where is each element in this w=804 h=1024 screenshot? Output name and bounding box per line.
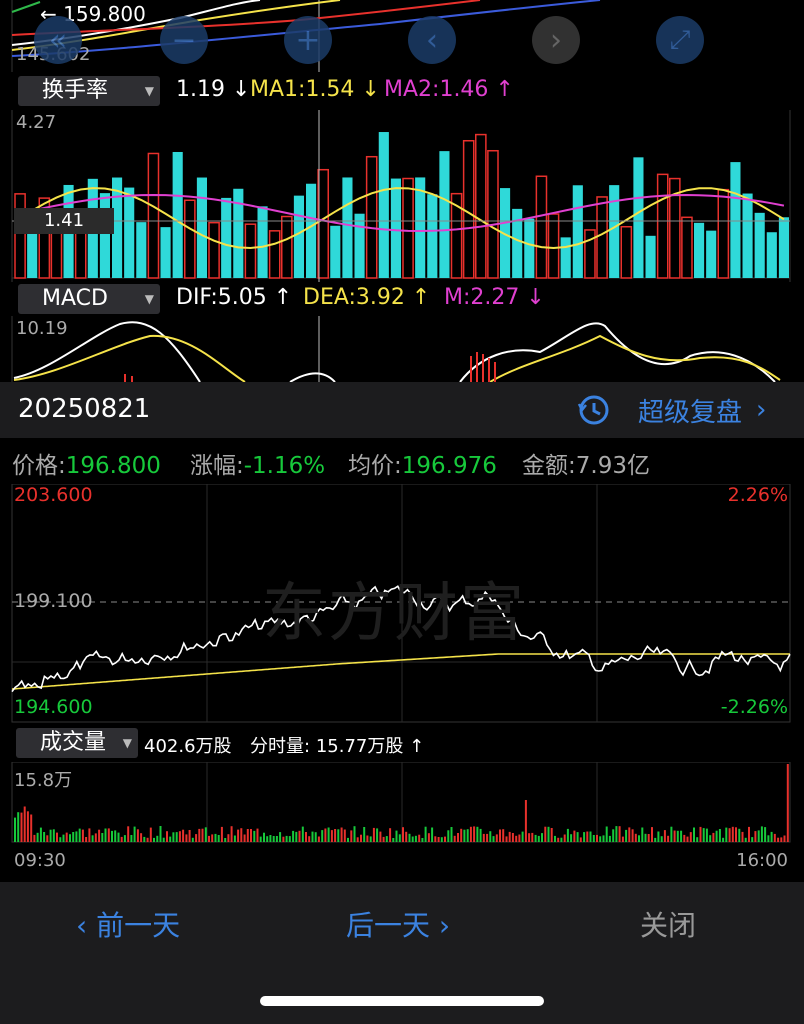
home-indicator bbox=[260, 996, 544, 1006]
macd-header: MACD ▼ DIF:5.05 ↑ DEA:3.92 ↑ M:2.27 ↓ bbox=[0, 282, 804, 316]
next-day-label: 后一天 bbox=[346, 909, 431, 942]
close-button[interactable]: 关闭 bbox=[640, 904, 696, 944]
chevron-left-icon[interactable]: ‹ bbox=[408, 16, 456, 64]
macd-selector[interactable]: MACD ▼ bbox=[18, 284, 160, 314]
intraday-high-pct: 2.26% bbox=[727, 484, 788, 506]
volume-total: 402.6万股 bbox=[144, 736, 232, 757]
super-replay-link[interactable]: 超级复盘 › bbox=[576, 390, 766, 430]
price-field: 价格:196.800 bbox=[12, 453, 161, 479]
macd-axis-max: 10.19 bbox=[16, 318, 68, 339]
turnover-cursor-value: 1.41 bbox=[14, 208, 114, 234]
fullscreen-icon[interactable]: ⤢ bbox=[656, 16, 704, 64]
chevron-right-icon[interactable]: › bbox=[532, 16, 580, 64]
macd-chart[interactable]: 10.19 bbox=[0, 316, 804, 382]
volume-header: 成交量 ▼ 402.6万股 分时量: 15.77万股 ↑ bbox=[0, 726, 804, 760]
chevron-down-icon: ▼ bbox=[144, 292, 154, 306]
bottom-nav: ‹ 前一天 后一天 › 关闭 bbox=[0, 882, 804, 1024]
intraday-chart[interactable]: 东方财富 203.600 2.26% 199.100 194.600 -2.26… bbox=[0, 484, 804, 724]
chevron-right-icon: › bbox=[756, 395, 767, 425]
chevron-down-icon: ▼ bbox=[144, 84, 154, 98]
zoom-in-icon[interactable]: + bbox=[284, 16, 332, 64]
zoom-out-icon[interactable]: − bbox=[160, 16, 208, 64]
macd-lines bbox=[11, 316, 781, 382]
day-header: 20250821 超级复盘 › bbox=[0, 382, 804, 438]
intraday-prev-close: 199.100 bbox=[14, 590, 93, 612]
time-start: 09:30 bbox=[14, 850, 66, 871]
amount-field: 金额:7.93亿 bbox=[522, 453, 650, 479]
change-field: 涨幅:-1.16% bbox=[190, 453, 326, 479]
intraday-low-pct: -2.26% bbox=[720, 696, 788, 718]
intraday-high: 203.600 bbox=[14, 484, 93, 506]
macd-dea: DEA:3.92 ↑ bbox=[303, 285, 431, 310]
macd-selector-label: MACD bbox=[42, 286, 108, 311]
super-replay-label: 超级复盘 bbox=[638, 397, 743, 428]
turnover-value: 1.19 ↓ bbox=[176, 77, 251, 102]
intraday-low: 194.600 bbox=[14, 696, 93, 718]
turnover-bars bbox=[11, 110, 791, 282]
volume-axis-max: 15.8万 bbox=[14, 770, 73, 791]
kline-panel[interactable]: ← 159.800 145.602 « − + ‹ › ⤢ bbox=[0, 0, 804, 72]
fast-back-icon[interactable]: « bbox=[34, 16, 82, 64]
prev-day-button[interactable]: ‹ 前一天 bbox=[76, 904, 180, 944]
turnover-selector-label: 换手率 bbox=[42, 78, 109, 103]
chevron-right-icon: › bbox=[438, 909, 451, 942]
chevron-left-icon: ‹ bbox=[76, 909, 88, 942]
macd-m: M:2.27 ↓ bbox=[444, 285, 545, 310]
quote-row: 价格:196.800 涨幅:-1.16% 均价:196.976 金额:7.93亿 bbox=[0, 438, 804, 484]
turnover-ma2: MA2:1.46 ↑ bbox=[384, 77, 514, 102]
turnover-selector[interactable]: 换手率 ▼ bbox=[18, 76, 160, 106]
macd-dif: DIF:5.05 ↑ bbox=[176, 285, 293, 310]
prev-day-label: 前一天 bbox=[96, 909, 181, 942]
turnover-chart[interactable]: 4.27 1.41 bbox=[0, 110, 804, 282]
history-icon bbox=[577, 395, 609, 425]
volume-selector[interactable]: 成交量 ▼ bbox=[16, 728, 138, 758]
time-end: 16:00 bbox=[736, 850, 788, 871]
avg-field: 均价:196.976 bbox=[348, 453, 497, 479]
intraday-watermark: 东方财富 bbox=[262, 577, 526, 651]
day-date: 20250821 bbox=[18, 394, 151, 424]
turnover-axis-max: 4.27 bbox=[16, 112, 57, 133]
turnover-header: 换手率 ▼ 1.19 ↓ MA1:1.54 ↓ MA2:1.46 ↑ bbox=[0, 72, 804, 110]
volume-bars bbox=[11, 762, 791, 843]
volume-minute: 分时量: 15.77万股 ↑ bbox=[250, 736, 425, 757]
turnover-ma1: MA1:1.54 ↓ bbox=[250, 77, 380, 102]
volume-chart[interactable]: 15.8万 09:30 16:00 bbox=[0, 762, 804, 882]
volume-selector-label: 成交量 bbox=[40, 730, 107, 755]
chevron-down-icon: ▼ bbox=[122, 736, 132, 750]
next-day-button[interactable]: 后一天 › bbox=[346, 904, 450, 944]
